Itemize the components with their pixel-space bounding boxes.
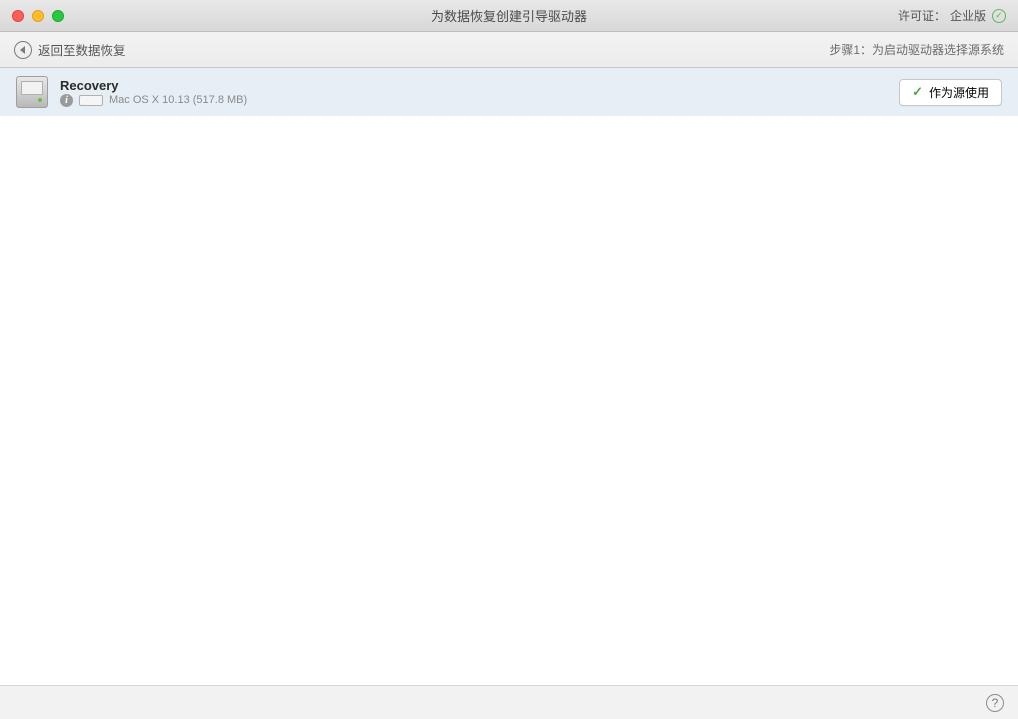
check-icon: ✓ <box>912 84 923 100</box>
license-value: 企业版 <box>950 7 986 24</box>
use-as-source-button[interactable]: ✓ 作为源使用 <box>899 79 1002 106</box>
back-arrow-icon <box>14 41 32 59</box>
use-as-source-label: 作为源使用 <box>929 84 989 101</box>
license-check-icon: ✓ <box>992 9 1006 23</box>
window-maximize-button[interactable] <box>52 10 64 22</box>
back-button[interactable]: 返回至数据恢复 <box>14 40 126 59</box>
back-button-label: 返回至数据恢复 <box>38 40 126 59</box>
step-indicator: 步骤1：为启动驱动器选择源系统 <box>829 41 1004 58</box>
toolbar: 返回至数据恢复 步骤1：为启动驱动器选择源系统 <box>0 32 1018 68</box>
footer-bar: ? <box>0 685 1018 719</box>
source-meta: Mac OS X 10.13 (517.8 MB) <box>109 94 247 106</box>
window-minimize-button[interactable] <box>32 10 44 22</box>
source-list: Recovery i Mac OS X 10.13 (517.8 MB) ✓ 作… <box>0 68 1018 685</box>
help-button[interactable]: ? <box>986 694 1004 712</box>
license-label: 许可证： <box>898 7 946 24</box>
traffic-lights <box>12 10 64 22</box>
license-indicator: 许可证： 企业版 ✓ <box>898 7 1006 24</box>
source-row[interactable]: Recovery i Mac OS X 10.13 (517.8 MB) ✓ 作… <box>0 68 1018 116</box>
source-meta-line: i Mac OS X 10.13 (517.8 MB) <box>60 94 887 107</box>
source-row-body: Recovery i Mac OS X 10.13 (517.8 MB) <box>60 78 887 107</box>
source-name: Recovery <box>60 78 887 93</box>
window-title: 为数据恢复创建引导驱动器 <box>431 6 587 25</box>
window-close-button[interactable] <box>12 10 24 22</box>
drive-icon <box>16 76 48 108</box>
usage-gauge-icon <box>79 95 103 106</box>
title-bar: 为数据恢复创建引导驱动器 许可证： 企业版 ✓ <box>0 0 1018 32</box>
info-icon[interactable]: i <box>60 94 73 107</box>
